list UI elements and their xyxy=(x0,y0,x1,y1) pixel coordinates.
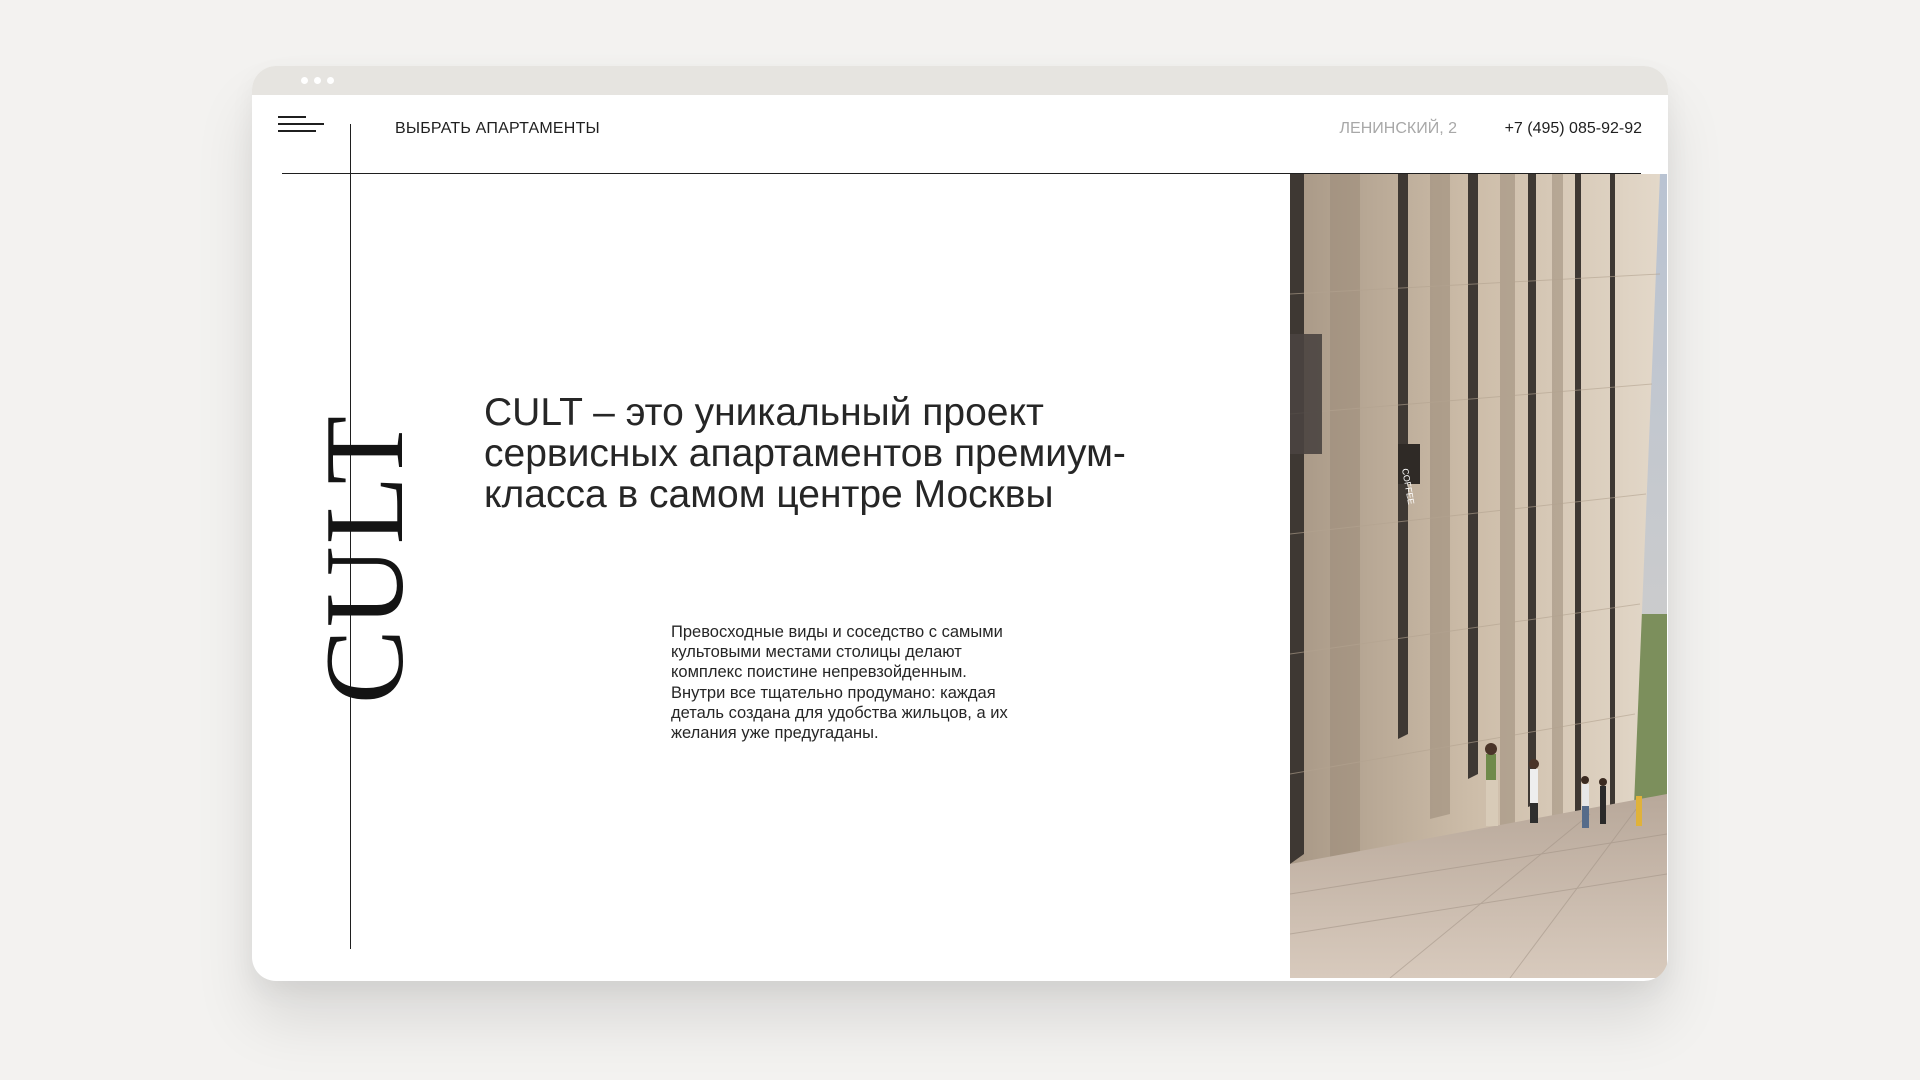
address-text: ЛЕНИНСКИЙ, 2 xyxy=(1339,120,1457,137)
cult-logo[interactable]: CULT xyxy=(303,414,427,704)
hero-description: Превосходные виды и соседство с самыми к… xyxy=(671,623,1008,743)
browser-window: ВЫБРАТЬ АПАРТАМЕНТЫ ЛЕНИНСКИЙ, 2 +7 (495… xyxy=(252,66,1668,981)
window-controls xyxy=(301,77,334,84)
window-dot-icon[interactable] xyxy=(314,77,321,84)
choose-apartments-link[interactable]: ВЫБРАТЬ АПАРТАМЕНТЫ xyxy=(395,120,600,138)
window-dot-icon[interactable] xyxy=(327,77,334,84)
building-facade-photo: COFFEE xyxy=(1290,174,1667,978)
window-dot-icon[interactable] xyxy=(301,77,308,84)
window-titlebar xyxy=(252,66,1668,95)
hamburger-menu-icon[interactable] xyxy=(278,116,324,138)
site-header: ВЫБРАТЬ АПАРТАМЕНТЫ ЛЕНИНСКИЙ, 2 +7 (495… xyxy=(252,95,1668,173)
hero-headline: CULT – это уникальный проект сервисных а… xyxy=(484,391,1126,516)
phone-link[interactable]: +7 (495) 085-92-92 xyxy=(1505,120,1642,138)
